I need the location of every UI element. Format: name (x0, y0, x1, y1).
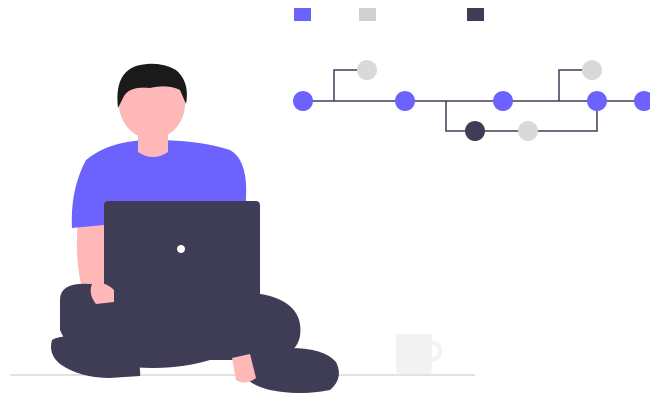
commit-node-side-2 (518, 121, 538, 141)
commit-node-side-3 (582, 60, 602, 80)
branch-diagram (293, 60, 650, 141)
legend-swatch-purple (294, 8, 311, 21)
person (51, 63, 339, 393)
commit-node-dark (465, 121, 485, 141)
commit-node-4 (587, 91, 607, 111)
commit-node-5 (634, 91, 650, 111)
commit-node-3 (493, 91, 513, 111)
person-right-foot (240, 347, 339, 393)
coffee-mug (396, 334, 442, 374)
legend-swatch-gray (359, 8, 376, 21)
laptop-logo (177, 245, 185, 253)
commit-node-1 (293, 91, 313, 111)
legend (294, 8, 484, 21)
illustration (10, 8, 650, 393)
legend-swatch-dark (467, 8, 484, 21)
commit-node-side-1 (357, 60, 377, 80)
commit-node-2 (395, 91, 415, 111)
